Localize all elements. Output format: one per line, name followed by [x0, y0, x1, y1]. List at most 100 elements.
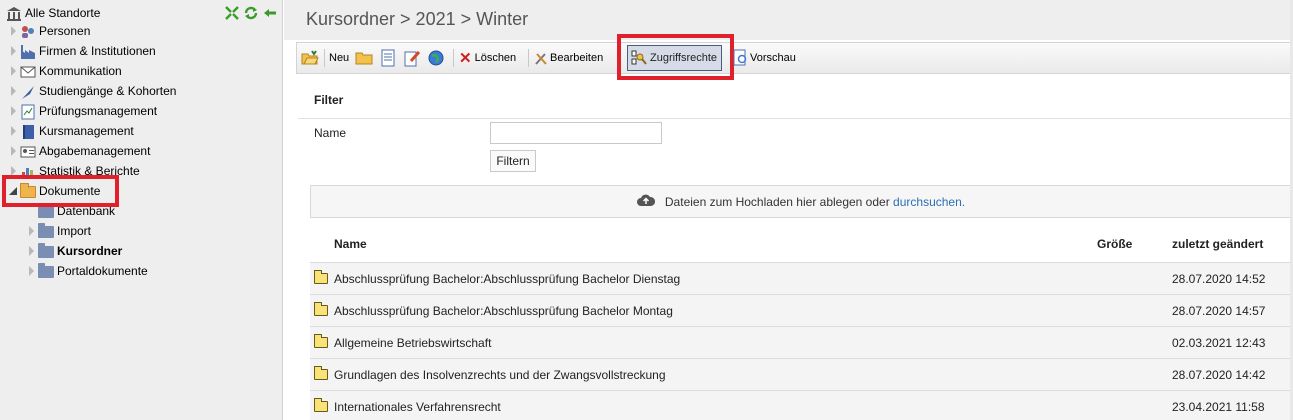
filter-title: Filter	[314, 93, 344, 107]
envelope-icon	[20, 64, 36, 78]
new-button-label: Neu	[329, 52, 350, 64]
row-modified: 28.07.2020 14:57	[1172, 303, 1266, 318]
filter-button[interactable]: Filtern	[490, 150, 536, 172]
sidebar-item-firmen[interactable]: Firmen & Institutionen	[8, 41, 156, 61]
table-row[interactable]: Internationales Verfahrensrecht 23.04.20…	[310, 390, 1293, 420]
expand-icon[interactable]	[10, 86, 16, 96]
delete-button[interactable]: ✕ Löschen	[459, 47, 516, 69]
new-document-button[interactable]	[379, 47, 397, 69]
folder-icon	[38, 243, 54, 258]
row-name[interactable]: Abschlussprüfung Bachelor:Abschlussprüfu…	[334, 304, 673, 318]
sidebar-item-label: Studiengänge & Kohorten	[39, 84, 177, 98]
preview-button[interactable]: Vorschau	[732, 47, 796, 69]
book-icon	[20, 124, 36, 139]
title-bar: Kursordner > 2021 > Winter	[284, 0, 1293, 40]
row-name[interactable]: Internationales Verfahrensrecht	[334, 400, 501, 414]
folder-icon	[314, 398, 328, 412]
expand-icon[interactable]	[28, 226, 34, 236]
new-form-button[interactable]	[403, 47, 421, 69]
row-modified: 23.04.2021 11:58	[1172, 399, 1265, 414]
highlight-box-dokumente	[2, 175, 119, 207]
row-modified: 28.07.2020 14:42	[1172, 367, 1266, 382]
tree-tools	[225, 6, 277, 23]
column-header-modified[interactable]: zuletzt geändert	[1172, 237, 1263, 251]
expand-icon[interactable]	[10, 106, 16, 116]
expand-icon[interactable]	[10, 26, 16, 36]
new-link-button[interactable]	[427, 47, 445, 69]
sidebar-item-personen[interactable]: Personen	[8, 21, 90, 41]
quill-icon	[20, 84, 36, 99]
tree-root-label: Alle Standorte	[25, 6, 101, 20]
folder-open-icon	[301, 49, 319, 67]
sidebar-item-pruefungsmanagement[interactable]: Prüfungsmanagement	[8, 101, 157, 121]
sidebar-item-studiengaenge[interactable]: Studiengänge & Kohorten	[8, 81, 176, 101]
new-folder-button[interactable]	[355, 47, 373, 69]
collapse-icon[interactable]	[225, 6, 239, 23]
table-row[interactable]: Allgemeine Betriebswirtschaft 02.03.2021…	[310, 326, 1293, 358]
sidebar-item-label: Kommunikation	[39, 64, 122, 78]
name-filter-input[interactable]	[490, 122, 662, 144]
expand-icon[interactable]	[28, 266, 34, 276]
name-label: Name	[314, 126, 347, 140]
tools-icon	[534, 49, 550, 67]
preview-button-label: Vorschau	[750, 52, 796, 64]
sidebar-subitem-portaldokumente[interactable]: Portaldokumente	[26, 261, 148, 281]
upload-dropzone[interactable]: Dateien zum Hochladen hier ablegen oder …	[310, 185, 1292, 218]
table-row[interactable]: Abschlussprüfung Bachelor:Abschlussprüfu…	[310, 294, 1293, 326]
id-card-icon	[20, 144, 36, 158]
delete-icon: ✕	[459, 50, 472, 67]
sidebar-item-label: Import	[57, 224, 92, 238]
sidebar-item-label: Prüfungsmanagement	[39, 104, 158, 118]
open-folder-button[interactable]	[301, 47, 319, 69]
folder-icon	[314, 366, 328, 380]
sidebar-item-kommunikation[interactable]: Kommunikation	[8, 61, 122, 81]
new-button[interactable]: Neu	[329, 47, 349, 69]
expand-icon[interactable]	[10, 46, 16, 56]
sidebar-item-label: Firmen & Institutionen	[39, 44, 156, 58]
highlight-box-access-rights	[617, 34, 734, 80]
dropzone-text: Dateien zum Hochladen hier ablegen oder	[664, 194, 890, 209]
edit-button[interactable]: Bearbeiten	[534, 47, 603, 69]
cloud-upload-icon	[636, 193, 655, 210]
pencil-doc-icon	[403, 49, 421, 67]
folder-icon	[314, 334, 328, 348]
globe-icon	[427, 49, 445, 67]
folder-icon	[314, 302, 328, 316]
sidebar: Alle Standorte Personen Firmen & Institu…	[0, 0, 283, 420]
sidebar-item-kursmanagement[interactable]: Kursmanagement	[8, 121, 134, 141]
factory-icon	[20, 44, 36, 59]
row-name[interactable]: Grundlagen des Insolvenzrechts und der Z…	[334, 368, 666, 382]
table-row[interactable]: Grundlagen des Insolvenzrechts und der Z…	[310, 358, 1293, 390]
expand-icon[interactable]	[28, 246, 34, 256]
column-header-name[interactable]: Name	[334, 237, 367, 251]
sidebar-item-label: Abgabemanagement	[39, 144, 151, 158]
sidebar-item-abgabemanagement[interactable]: Abgabemanagement	[8, 141, 150, 161]
sidebar-subitem-kursordner[interactable]: Kursordner	[26, 241, 122, 261]
folder-icon	[355, 49, 373, 67]
building-icon	[6, 6, 22, 21]
expand-icon[interactable]	[10, 66, 16, 76]
browse-link[interactable]: durchsuchen.	[893, 195, 965, 209]
sidebar-subitem-import[interactable]: Import	[26, 221, 91, 241]
back-arrow-icon[interactable]	[263, 6, 277, 23]
folder-icon	[38, 263, 54, 278]
sidebar-item-label: Personen	[39, 24, 91, 38]
sidebar-item-label: Kursmanagement	[39, 124, 134, 138]
chart-doc-icon	[20, 104, 36, 120]
refresh-icon[interactable]	[243, 6, 259, 23]
tree-root[interactable]: Alle Standorte	[4, 3, 100, 23]
row-modified: 02.03.2021 12:43	[1172, 335, 1266, 350]
expand-icon[interactable]	[10, 146, 16, 156]
row-name[interactable]: Allgemeine Betriebswirtschaft	[334, 336, 491, 350]
folder-icon	[314, 270, 328, 284]
column-header-size[interactable]: Größe	[1097, 237, 1132, 251]
row-modified: 28.07.2020 14:52	[1172, 271, 1266, 286]
document-icon	[379, 49, 397, 67]
expand-icon[interactable]	[10, 126, 16, 136]
page-title: Kursordner > 2021 > Winter	[306, 9, 529, 29]
row-name[interactable]: Abschlussprüfung Bachelor:Abschlussprüfu…	[334, 272, 680, 286]
table-row[interactable]: Abschlussprüfung Bachelor:Abschlussprüfu…	[310, 262, 1293, 294]
divider	[298, 118, 1293, 119]
magnifier-doc-icon	[732, 49, 750, 67]
people-icon	[20, 24, 36, 38]
